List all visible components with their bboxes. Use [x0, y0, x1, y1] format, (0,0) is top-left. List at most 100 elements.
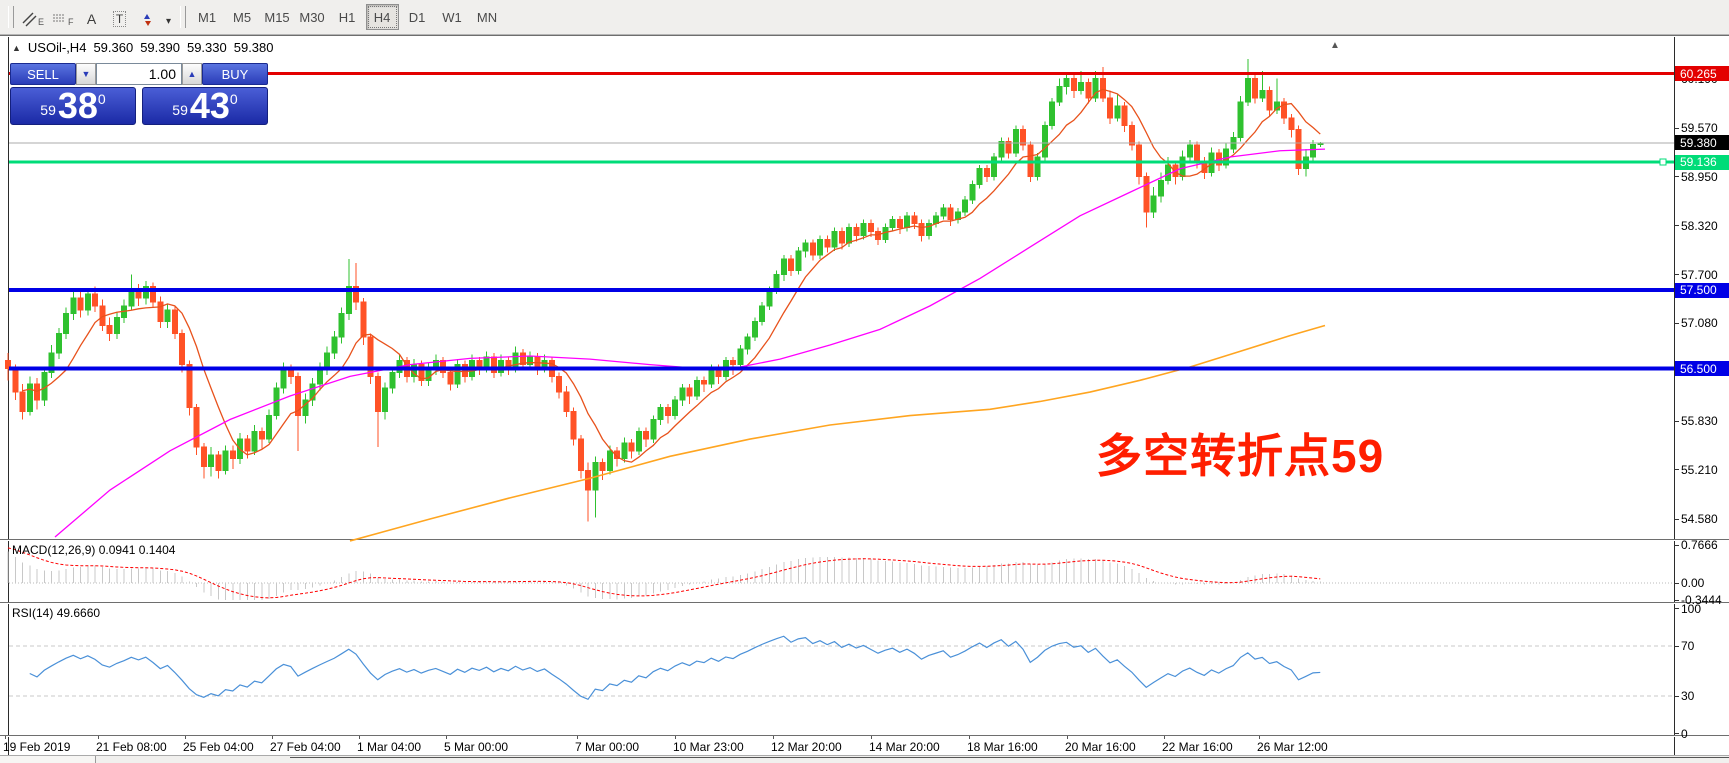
time-axis-tick [577, 736, 578, 739]
time-axis-label: 14 Mar 20:00 [869, 740, 940, 754]
fibonacci-tool-sub: F [68, 17, 74, 27]
price-badge: 59.136 [1675, 155, 1729, 170]
one-click-collapse-icon[interactable]: ▲ [12, 43, 21, 53]
scrollbar-track [290, 757, 1729, 763]
macd-name: MACD(12,26,9) [12, 543, 95, 557]
arrows-icon [140, 12, 155, 27]
ohlc-low: 59.330 [187, 40, 227, 55]
text-label-tool-button[interactable]: T [106, 4, 134, 30]
price-tick-label: 55.210 [1681, 463, 1718, 477]
rsi-axis-dash [1674, 608, 1679, 609]
time-axis-label: 22 Mar 16:00 [1162, 740, 1233, 754]
macd-label: MACD(12,26,9) 0.0941 0.1404 [12, 543, 175, 557]
chart-shift-marker: ▲ [1330, 40, 1340, 51]
rsi-axis-dash [1674, 733, 1679, 734]
main-macd-divider[interactable] [0, 539, 1729, 541]
time-axis-tick [98, 736, 99, 739]
price-tick-dash [1674, 274, 1679, 275]
volume-decrease-button[interactable]: ▼ [76, 63, 96, 85]
buy-price-big: 43 [190, 90, 230, 122]
rsi-timeaxis-divider [0, 735, 1729, 737]
volume-input[interactable] [96, 63, 182, 85]
chart-title: ▲ USOil-,H4 59.360 59.390 59.330 59.380 [12, 40, 274, 55]
macd-axis-label: 0.7666 [1681, 538, 1718, 552]
time-axis-label: 1 Mar 04:00 [357, 740, 421, 754]
trendlines-icon [22, 12, 37, 27]
toolbar-grip[interactable] [8, 6, 14, 28]
buy-button[interactable]: BUY [202, 63, 268, 85]
sell-button[interactable]: SELL [10, 63, 76, 85]
macd-axis-dash [1674, 545, 1679, 546]
time-axis-label: 20 Mar 16:00 [1065, 740, 1136, 754]
fibonacci-icon [52, 12, 67, 27]
time-axis-label: 19 Feb 2019 [3, 740, 70, 754]
macd-axis-label: 0.00 [1681, 576, 1704, 590]
price-tick-dash [1674, 225, 1679, 226]
one-click-trading-panel: SELL ▼ ▲ BUY 59 38 0 59 43 0 [10, 63, 268, 125]
price-tick-dash [1674, 323, 1679, 324]
tab-timeframe-m5[interactable]: M5 [226, 4, 259, 30]
macd-rsi-divider[interactable] [0, 602, 1729, 604]
tab-timeframe-d1[interactable]: D1 [401, 4, 434, 30]
macd-signal-value: 0.1404 [139, 543, 176, 557]
arrows-tool-dropdown[interactable]: ▾ [162, 4, 176, 30]
rsi-label: RSI(14) 49.6660 [12, 606, 100, 620]
price-tick-dash [1674, 469, 1679, 470]
buy-price-small: 59 [172, 102, 188, 118]
macd-value: 0.0941 [99, 543, 136, 557]
time-axis-label: 21 Feb 08:00 [96, 740, 167, 754]
time-axis-label: 25 Feb 04:00 [183, 740, 254, 754]
tab-timeframe-w1[interactable]: W1 [436, 4, 469, 30]
price-badge: 60.265 [1675, 66, 1729, 81]
toolbar: E F A T ▾ M1 M5 M15 M30 H1 [0, 0, 1729, 35]
time-axis-label: 10 Mar 23:00 [673, 740, 744, 754]
trendlines-tool-sub: E [38, 17, 44, 27]
tab-timeframe-m30[interactable]: M30 [296, 4, 329, 30]
time-axis-tick [1164, 736, 1165, 739]
sell-price-display[interactable]: 59 38 0 [10, 87, 136, 125]
fibonacci-tool-button[interactable]: F [48, 4, 78, 30]
price-tick-label: 59.570 [1681, 121, 1718, 135]
time-axis-tick [675, 736, 676, 739]
scrollbar-left-segment[interactable] [0, 756, 96, 763]
tab-timeframe-h4[interactable]: H4 [366, 4, 399, 30]
rsi-axis-label: 70 [1681, 639, 1694, 653]
time-axis-tick [1067, 736, 1068, 739]
mt4-window: E F A T ▾ M1 M5 M15 M30 H1 [0, 0, 1729, 763]
toolbar-separator [180, 6, 186, 28]
volume-increase-button[interactable]: ▲ [182, 63, 202, 85]
arrows-tool-button[interactable] [134, 4, 162, 30]
price-tick-dash [1674, 519, 1679, 520]
buy-price-sup: 0 [230, 91, 238, 107]
text-tool-button[interactable]: A [78, 4, 106, 30]
price-tick-dash [1674, 421, 1679, 422]
tab-timeframe-mn[interactable]: MN [471, 4, 504, 30]
price-tick-label: 55.830 [1681, 414, 1718, 428]
time-axis-label: 27 Feb 04:00 [270, 740, 341, 754]
horizontal-scrollbar[interactable] [0, 755, 1729, 763]
price-tick-label: 57.080 [1681, 316, 1718, 330]
chevron-down-icon: ▾ [166, 16, 171, 27]
ohlc-high: 59.390 [140, 40, 180, 55]
trendlines-tool-button[interactable]: E [18, 4, 48, 30]
time-axis-label: 18 Mar 16:00 [967, 740, 1038, 754]
price-tick-label: 54.580 [1681, 512, 1718, 526]
price-badge: 56.500 [1675, 361, 1729, 376]
time-axis-label: 26 Mar 12:00 [1257, 740, 1328, 754]
rsi-axis-label: 0 [1681, 727, 1688, 741]
ohlc-close: 59.380 [234, 40, 274, 55]
price-badge: 59.380 [1675, 135, 1729, 150]
price-tick-label: 57.700 [1681, 268, 1718, 282]
tab-timeframe-m1[interactable]: M1 [191, 4, 224, 30]
rsi-value: 49.6660 [57, 606, 100, 620]
time-axis-tick [871, 736, 872, 739]
price-badge: 57.500 [1675, 283, 1729, 298]
buy-price-display[interactable]: 59 43 0 [142, 87, 268, 125]
time-axis-label: 12 Mar 20:00 [771, 740, 842, 754]
time-axis-tick [272, 736, 273, 739]
macd-axis-dash [1674, 583, 1679, 584]
tab-timeframe-h1[interactable]: H1 [331, 4, 364, 30]
time-axis-tick [773, 736, 774, 739]
text-label-tool-label: T [113, 11, 126, 27]
tab-timeframe-m15[interactable]: M15 [261, 4, 294, 30]
